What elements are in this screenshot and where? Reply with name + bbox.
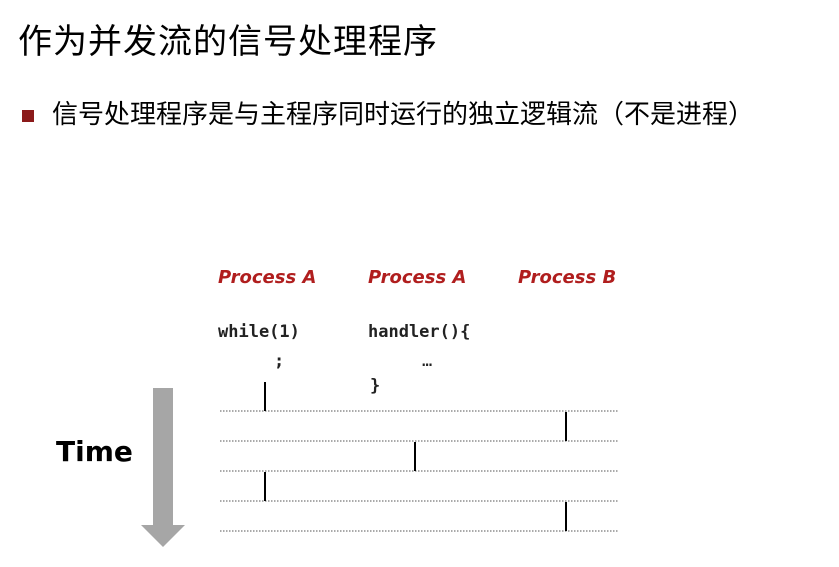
row-separators (220, 410, 618, 532)
concurrent-flow-diagram: Process A Process A Process B while(1) ;… (0, 0, 839, 567)
time-arrow-icon (141, 388, 185, 547)
timeline-svg (141, 382, 618, 547)
execution-segments (264, 382, 567, 531)
